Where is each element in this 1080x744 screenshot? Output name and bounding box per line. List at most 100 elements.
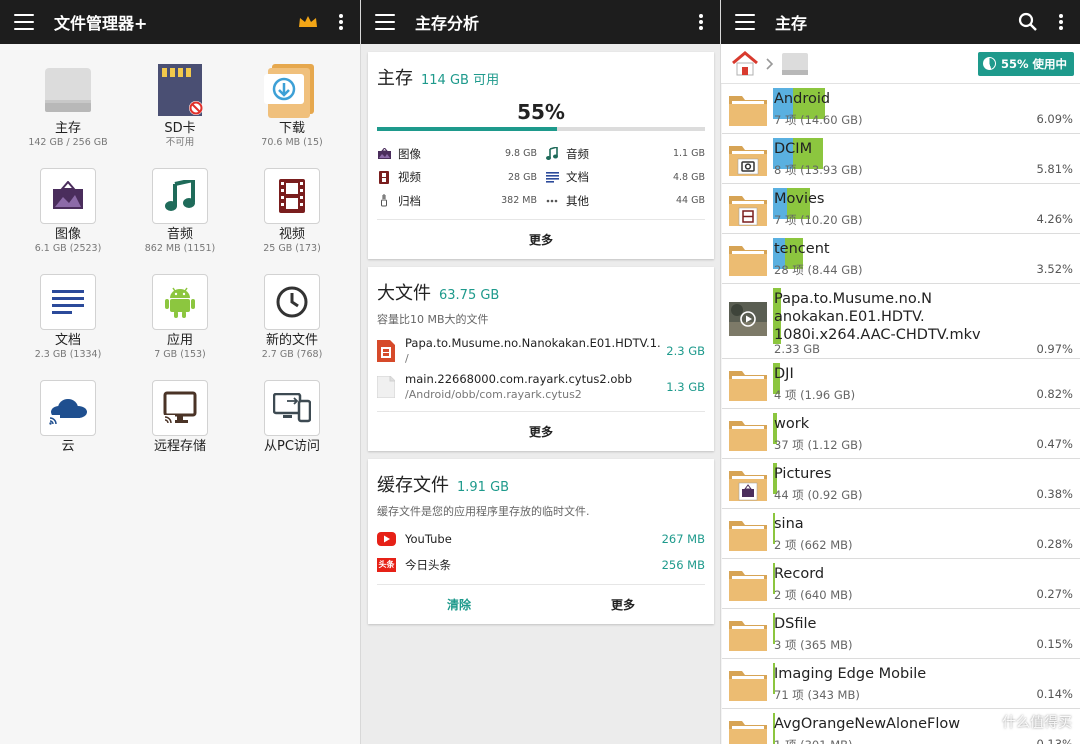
- grid-item-video[interactable]: 视频 25 GB (173): [236, 168, 348, 274]
- folder-icon: [729, 92, 767, 126]
- folder-row[interactable]: Record 2 项 (640 MB) 0.27%: [722, 559, 1080, 609]
- menu-icon[interactable]: [735, 14, 755, 30]
- big-file-row[interactable]: Papa.to.Musume.no.Nanokakan.E01.HDTV.1..…: [368, 333, 714, 369]
- download-folder-icon: [264, 62, 320, 118]
- category-name: 图像: [398, 146, 421, 161]
- file-icon: [377, 375, 395, 398]
- folder-row[interactable]: DJI 4 项 (1.96 GB) 0.82%: [722, 359, 1080, 409]
- folder-percent: 0.47%: [1036, 437, 1073, 451]
- folder-meta: 8 项 (13.93 GB): [774, 163, 863, 177]
- category-video[interactable]: 视频 28 GB: [377, 166, 537, 190]
- category-archives[interactable]: 归档 382 MB: [377, 189, 537, 213]
- music-icon: [152, 168, 208, 224]
- folder-row[interactable]: sina 2 项 (662 MB) 0.28%: [722, 509, 1080, 559]
- cache-app-row[interactable]: YouTube 267 MB: [368, 526, 714, 552]
- storage-card-title: 主存: [377, 68, 413, 89]
- crown-icon[interactable]: [298, 15, 318, 29]
- folder-meta: 2 项 (662 MB): [774, 538, 853, 552]
- more-icon[interactable]: [332, 12, 350, 32]
- category-audio[interactable]: 音频 1.1 GB: [545, 142, 705, 166]
- folder-percent: 3.52%: [1036, 262, 1073, 276]
- folder-name: Movies: [774, 191, 825, 207]
- usage-badge[interactable]: 55% 使用中: [977, 51, 1074, 76]
- menu-icon[interactable]: [375, 14, 395, 30]
- app-title: 文件管理器+: [54, 14, 148, 33]
- cache-app-row[interactable]: 头条 今日头条 256 MB: [368, 552, 714, 578]
- grid-item-main-storage[interactable]: 主存 142 GB / 256 GB: [12, 62, 124, 168]
- cache-app-size: 256 MB: [661, 557, 705, 572]
- location-grid: 主存 142 GB / 256 GB SD卡 不可用 下载 70.6 MB (1…: [0, 44, 360, 486]
- grid-item-downloads[interactable]: 下载 70.6 MB (15): [236, 62, 348, 168]
- more-icon[interactable]: [1052, 12, 1070, 32]
- more-icon[interactable]: [692, 12, 710, 32]
- folder-name: Pictures: [774, 466, 832, 482]
- storage-free: 114 GB 可用: [421, 73, 500, 88]
- folder-row[interactable]: Imaging Edge Mobile 71 项 (343 MB) 0.14%: [722, 659, 1080, 709]
- app-bar: 主存: [721, 0, 1080, 44]
- folder-row[interactable]: Pictures 44 项 (0.92 GB) 0.38%: [722, 459, 1080, 509]
- grid-item-remote-storage[interactable]: 远程存储: [124, 380, 236, 486]
- category-name: 音频: [566, 146, 589, 161]
- category-name: 归档: [398, 193, 421, 208]
- drive-icon[interactable]: [781, 51, 809, 77]
- pc-phone-icon: [264, 380, 320, 436]
- category-documents[interactable]: 文档 4.8 GB: [545, 166, 705, 190]
- folder-row[interactable]: Movies 7 项 (10.20 GB) 4.26%: [722, 184, 1080, 234]
- search-icon[interactable]: [1018, 12, 1038, 32]
- cache-size: 1.91 GB: [457, 479, 510, 495]
- big-files-size: 63.75 GB: [439, 287, 500, 303]
- big-files-title: 大文件: [377, 282, 431, 304]
- grid-item-sd-card[interactable]: SD卡 不可用: [124, 62, 236, 168]
- folder-icon: [729, 417, 767, 451]
- big-file-name: main.22668000.com.rayark.cytus2.obb: [405, 371, 632, 386]
- folder-row[interactable]: Android 7 项 (14.60 GB) 6.09%: [722, 84, 1080, 134]
- dots-icon: [545, 194, 559, 208]
- grid-item-documents[interactable]: 文档 2.3 GB (1334): [12, 274, 124, 380]
- grid-item-cloud[interactable]: 云: [12, 380, 124, 486]
- watermark-text: 什么值得买: [1002, 715, 1072, 731]
- home-icon[interactable]: [731, 50, 759, 77]
- grid-item-audio[interactable]: 音频 862 MB (1151): [124, 168, 236, 274]
- grid-item-images[interactable]: 图像 6.1 GB (2523): [12, 168, 124, 274]
- folder-row[interactable]: DCIM 8 项 (13.93 GB) 5.81%: [722, 134, 1080, 184]
- folder-row[interactable]: DSfile 3 项 (365 MB) 0.15%: [722, 609, 1080, 659]
- cloud-icon: [40, 380, 96, 436]
- big-files-more-button[interactable]: 更多: [377, 410, 705, 451]
- video-thumbnail-icon: [729, 302, 767, 336]
- category-other[interactable]: 其他 44 GB: [545, 189, 705, 213]
- folder-name: Papa.to.Musume.no.N anokakan.E01.HDTV. 108…: [774, 290, 1054, 344]
- folder-list: Android 7 项 (14.60 GB) 6.09% DCIM 8 项 (13.93…: [721, 84, 1080, 744]
- category-name: 其他: [566, 193, 589, 208]
- grid-item-recent-files[interactable]: 新的文件 2.7 GB (768): [236, 274, 348, 380]
- folder-row[interactable]: work 37 项 (1.12 GB) 0.47%: [722, 409, 1080, 459]
- folder-meta: 71 项 (343 MB): [774, 688, 860, 702]
- folder-icon: [729, 467, 767, 501]
- cache-clear-button[interactable]: 清除: [377, 596, 541, 613]
- folder-icon: [729, 517, 767, 551]
- grid-item-apps[interactable]: 应用 7 GB (153): [124, 274, 236, 380]
- grid-item-pc-access[interactable]: 从PC访问: [236, 380, 348, 486]
- storage-percent: 55%: [517, 100, 565, 124]
- menu-icon[interactable]: [14, 14, 34, 30]
- folder-meta: 37 项 (1.12 GB): [774, 438, 863, 452]
- folder-row[interactable]: Papa.to.Musume.no.N anokakan.E01.HDTV. 108…: [722, 284, 1080, 359]
- grid-item-sub: 70.6 MB (15): [261, 137, 323, 148]
- grid-item-label: 文档: [54, 333, 81, 348]
- folder-icon: [729, 142, 767, 176]
- big-file-row[interactable]: main.22668000.com.rayark.cytus2.obb /And…: [368, 369, 714, 405]
- film-icon: [377, 170, 391, 184]
- big-file-name: Papa.to.Musume.no.Nanokakan.E01.HDTV.1..…: [405, 335, 661, 350]
- cache-more-button[interactable]: 更多: [541, 596, 705, 613]
- folder-icon: [729, 367, 767, 401]
- storage-categories: 图像 9.8 GB 音频 1.1 GB 视频 28 GB 文档 4.8 GB 归…: [368, 131, 714, 213]
- category-images[interactable]: 图像 9.8 GB: [377, 142, 537, 166]
- watermark: 什么值得买: [978, 712, 1072, 732]
- sdcard-icon: [152, 62, 208, 118]
- storage-more-button[interactable]: 更多: [377, 218, 705, 259]
- storage-usage-fill: [377, 127, 558, 131]
- grid-item-label: 远程存储: [153, 439, 206, 454]
- folder-icon: [729, 717, 767, 744]
- folder-name: DSfile: [774, 616, 817, 632]
- folder-row[interactable]: tencent 28 项 (8.44 GB) 3.52%: [722, 234, 1080, 284]
- watermark-logo-icon: [978, 713, 996, 731]
